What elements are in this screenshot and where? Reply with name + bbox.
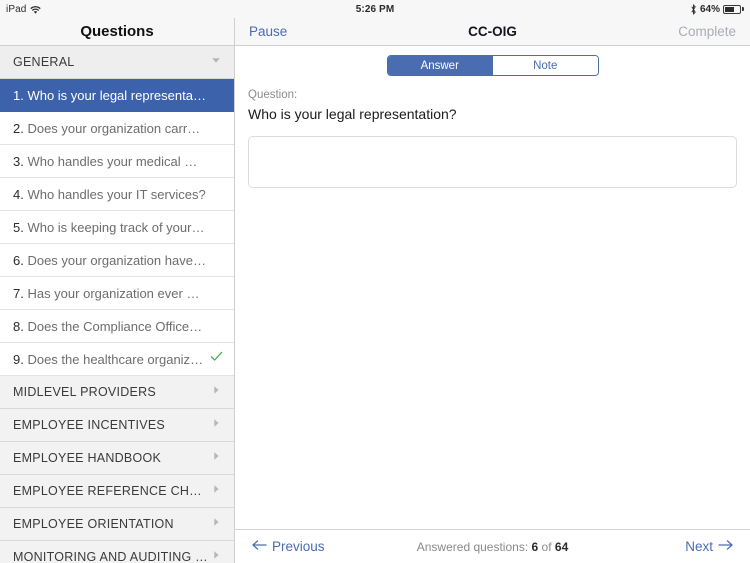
sidebar-section-label: MONITORING AND AUDITING C... <box>13 550 210 563</box>
question-number: 6. <box>13 252 24 268</box>
sidebar-section-header[interactable]: MONITORING AND AUDITING C... <box>0 541 234 563</box>
complete-button[interactable]: Complete <box>678 24 736 39</box>
bluetooth-icon <box>690 3 697 15</box>
total-count: 64 <box>554 539 569 554</box>
chevron-right-icon <box>210 416 222 434</box>
chevron-down-icon <box>210 53 222 71</box>
sidebar-section-header[interactable]: MIDLEVEL PROVIDERS <box>0 376 234 409</box>
chevron-right-icon <box>210 449 222 467</box>
question-list-item-label: 6. Does your organization have a... <box>13 252 206 268</box>
question-list-item-label: 9. Does the healthcare organizati... <box>13 351 206 367</box>
answered-count: 6 <box>531 539 539 554</box>
status-bar: iPad 5:26 PM 64% <box>0 0 750 18</box>
progress-of-label: of <box>541 539 552 554</box>
question-list-item[interactable]: 9. Does the healthcare organizati... <box>0 343 234 376</box>
question-list-item-label: 7. Has your organization ever aud... <box>13 285 206 301</box>
sidebar-section-label: EMPLOYEE REFERENCE CHECKS <box>13 484 210 498</box>
question-number: 7. <box>13 285 24 301</box>
question-number: 4. <box>13 186 24 202</box>
question-list-item[interactable]: 8. Does the Compliance Officer r... <box>0 310 234 343</box>
wifi-icon <box>30 5 42 15</box>
question-number: 2. <box>13 120 24 136</box>
question-list-item-label: 5. Who is keeping track of your E... <box>13 219 206 235</box>
answer-input[interactable] <box>248 136 737 188</box>
sidebar-section-label: GENERAL <box>13 55 75 69</box>
answer-note-segmented-control[interactable]: Answer Note <box>386 55 599 76</box>
status-bar-clock: 5:26 PM <box>355 3 395 15</box>
tab-answer[interactable]: Answer <box>387 56 492 75</box>
sidebar-section-header[interactable]: EMPLOYEE REFERENCE CHECKS <box>0 475 234 508</box>
detail-pane: Pause CC-OIG Complete Answer Note Questio… <box>235 18 750 563</box>
question-list-item-label: 3. Who handles your medical mal... <box>13 153 206 169</box>
ipad-app-window: iPad 5:26 PM 64% Questions GENERAL 1. Wh… <box>0 0 750 563</box>
chevron-right-icon <box>210 515 222 533</box>
checkmark-icon <box>210 350 224 368</box>
sidebar-section-header[interactable]: EMPLOYEE HANDBOOK <box>0 442 234 475</box>
sidebar-section-label: EMPLOYEE ORIENTATION <box>13 517 174 531</box>
question-list-item[interactable]: 5. Who is keeping track of your E... <box>0 211 234 244</box>
sidebar: Questions GENERAL 1. Who is your legal re… <box>0 18 235 563</box>
sidebar-list[interactable]: GENERAL 1. Who is your legal representati… <box>0 46 234 563</box>
question-list-item-label: 4. Who handles your IT services? <box>13 186 206 202</box>
arrow-left-icon <box>252 539 267 554</box>
question-list-item[interactable]: 1. Who is your legal representatio... <box>0 79 234 112</box>
question-list-item[interactable]: 6. Does your organization have a... <box>0 244 234 277</box>
sidebar-section-label: EMPLOYEE HANDBOOK <box>13 451 162 465</box>
question-list-item-label: 1. Who is your legal representatio... <box>13 87 206 103</box>
question-number: 8. <box>13 318 24 334</box>
sidebar-section-header[interactable]: EMPLOYEE ORIENTATION <box>0 508 234 541</box>
question-list-item[interactable]: 7. Has your organization ever aud... <box>0 277 234 310</box>
sidebar-section-header[interactable]: EMPLOYEE INCENTIVES <box>0 409 234 442</box>
nav-bar: Pause CC-OIG Complete <box>235 18 750 46</box>
sidebar-section-label: MIDLEVEL PROVIDERS <box>13 385 156 399</box>
question-number: 5. <box>13 219 24 235</box>
arrow-right-icon <box>718 539 733 554</box>
tab-note[interactable]: Note <box>492 56 598 75</box>
question-list-item[interactable]: 4. Who handles your IT services? <box>0 178 234 211</box>
question-number: 9. <box>13 351 24 367</box>
question-list-item[interactable]: 3. Who handles your medical mal... <box>0 145 234 178</box>
question-text: Who is your legal representation? <box>248 106 457 122</box>
question-number: 3. <box>13 153 24 169</box>
chevron-right-icon <box>210 548 222 563</box>
chevron-right-icon <box>210 482 222 500</box>
battery-percent-label: 64% <box>699 3 720 15</box>
page-title: CC-OIG <box>468 24 517 39</box>
split-view: Questions GENERAL 1. Who is your legal re… <box>0 18 750 563</box>
device-name-label: iPad <box>6 3 27 15</box>
bottom-bar: Previous Answered questions: 6 of 64 Nex… <box>235 529 750 563</box>
battery-icon <box>723 4 744 14</box>
question-list-item[interactable]: 2. Does your organization carry c... <box>0 112 234 145</box>
question-label: Question: <box>248 89 298 101</box>
progress-prefix: Answered questions: <box>416 539 529 554</box>
sidebar-title: Questions <box>80 23 154 40</box>
segmented-control-wrapper: Answer Note <box>248 55 737 76</box>
status-bar-right: 64% <box>690 4 744 15</box>
chevron-right-icon <box>210 383 222 401</box>
sidebar-section-header[interactable]: GENERAL <box>0 46 234 79</box>
question-list-item-label: 8. Does the Compliance Officer r... <box>13 318 206 334</box>
question-number: 1. <box>13 87 24 103</box>
sidebar-header: Questions <box>0 18 234 46</box>
next-button-label: Next <box>685 539 713 554</box>
detail-body: Answer Note Question: Who is your legal r… <box>235 46 750 529</box>
question-list-item-label: 2. Does your organization carry c... <box>13 120 206 136</box>
next-button[interactable]: Next <box>685 539 733 554</box>
status-bar-left: iPad <box>6 3 42 15</box>
sidebar-section-label: EMPLOYEE INCENTIVES <box>13 418 166 432</box>
previous-button[interactable]: Previous <box>252 539 325 554</box>
pause-button[interactable]: Pause <box>249 24 287 39</box>
previous-button-label: Previous <box>272 539 325 554</box>
